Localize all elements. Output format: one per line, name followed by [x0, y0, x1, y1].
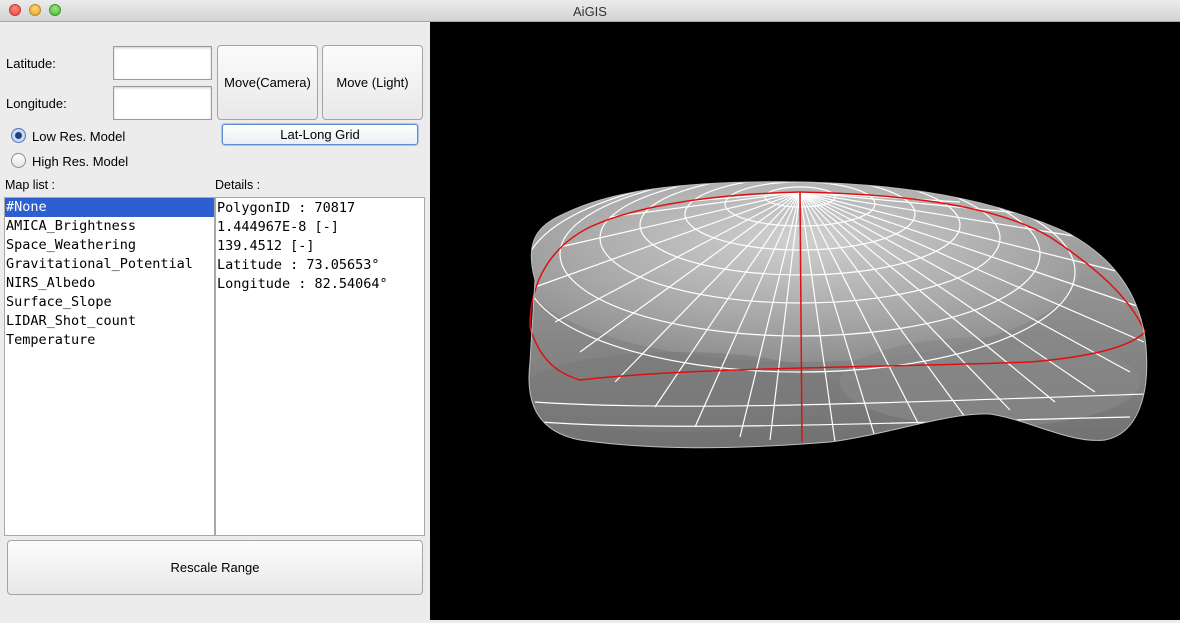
high-res-model-label: High Res. Model [32, 154, 129, 169]
map-list-label: Map list : [5, 178, 56, 192]
latitude-label: Latitude: [6, 56, 56, 71]
latitude-input[interactable] [113, 46, 212, 80]
details-line: PolygonID : 70817 [217, 200, 356, 216]
asteroid-model [528, 181, 1148, 449]
control-panel: Latitude: Longitude: Move(Camera) Move (… [0, 22, 430, 620]
map-list-item[interactable]: Space_Weathering [5, 236, 214, 255]
map-list-item[interactable]: Temperature [5, 331, 214, 350]
asteroid-3d-viewport[interactable] [430, 22, 1180, 620]
low-res-model-label: Low Res. Model [32, 129, 126, 144]
details-line: 139.4512 [-] [217, 238, 315, 254]
longitude-label: Longitude: [6, 96, 67, 111]
move-light-button[interactable]: Move (Light) [322, 45, 423, 120]
window-title: AiGIS [573, 4, 607, 19]
details-line: Latitude : 73.05653° [217, 257, 380, 273]
map-list-item[interactable]: AMICA_Brightness [5, 217, 214, 236]
map-list-item[interactable]: NIRS_Albedo [5, 274, 214, 293]
map-list-item[interactable]: Surface_Slope [5, 293, 214, 312]
title-bar: AiGIS [0, 0, 1180, 22]
details-line: Longitude : 82.54064° [217, 276, 388, 292]
details-label: Details : [215, 178, 261, 192]
map-list-item[interactable]: LIDAR_Shot_count [5, 312, 214, 331]
details-panel: PolygonID : 70817 1.444967E-8 [-] 139.45… [215, 197, 425, 536]
map-list-item[interactable]: #None [5, 198, 214, 217]
move-camera-button[interactable]: Move(Camera) [217, 45, 318, 120]
rescale-range-button[interactable]: Rescale Range [7, 540, 423, 595]
details-line: 1.444967E-8 [-] [217, 219, 339, 235]
map-list-item[interactable]: Gravitational_Potential [5, 255, 214, 274]
high-res-model-radio[interactable] [11, 153, 26, 168]
lat-long-grid-button[interactable]: Lat-Long Grid [222, 124, 418, 145]
low-res-model-radio[interactable] [11, 128, 26, 143]
map-list[interactable]: #None AMICA_Brightness Space_Weathering … [4, 197, 215, 536]
longitude-input[interactable] [113, 86, 212, 120]
